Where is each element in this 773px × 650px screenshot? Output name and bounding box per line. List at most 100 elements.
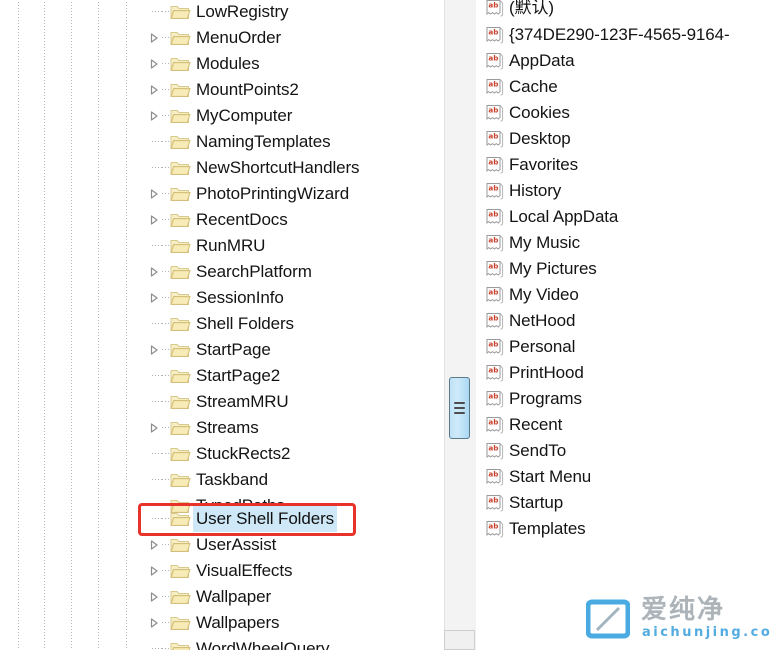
tree-item-namingtemplates[interactable]: NamingTemplates — [0, 129, 443, 155]
tree-item-lowregistry[interactable]: LowRegistry — [0, 0, 443, 25]
string-value-icon: ab — [485, 0, 504, 18]
value-row[interactable]: ab My Pictures — [476, 256, 773, 282]
chevron-right-icon[interactable] — [148, 617, 160, 629]
folder-icon — [170, 3, 191, 21]
chevron-right-icon[interactable] — [148, 32, 160, 44]
tree-item-recentdocs[interactable]: RecentDocs — [0, 207, 443, 233]
tree-item-stuckrects2[interactable]: StuckRects2 — [0, 441, 443, 467]
svg-text:ab: ab — [488, 157, 498, 166]
value-row[interactable]: ab Local AppData — [476, 204, 773, 230]
tree-connector-line — [152, 648, 162, 649]
chevron-right-icon[interactable] — [148, 591, 160, 603]
value-row[interactable]: ab Cache — [476, 74, 773, 100]
chevron-right-icon[interactable] — [148, 539, 160, 551]
scrollbar-grip-line — [454, 407, 465, 409]
tree-item-mycomputer[interactable]: MyComputer — [0, 103, 443, 129]
value-name-label: Programs — [509, 389, 582, 408]
tree-item-label: VisualEffects — [196, 561, 293, 580]
tree-item-runmru[interactable]: RunMRU — [0, 233, 443, 259]
tree-item-user-shell-folders[interactable]: User Shell Folders — [0, 506, 443, 532]
value-row[interactable]: ab Cookies — [476, 100, 773, 126]
chevron-right-icon[interactable] — [148, 565, 160, 577]
scrollbar-track[interactable] — [445, 0, 476, 650]
tree-item-label: StartPage — [196, 340, 271, 359]
chevron-right-icon[interactable] — [148, 188, 160, 200]
value-row[interactable]: ab {374DE290-123F-4565-9164- — [476, 22, 773, 48]
tree-item-userassist[interactable]: UserAssist — [0, 532, 443, 558]
tree-item-startpage2[interactable]: StartPage2 — [0, 363, 443, 389]
tree-item-wordwheelquery[interactable]: WordWheelQuery — [0, 636, 443, 650]
string-value-icon: ab — [485, 468, 504, 487]
scrollbar-thumb[interactable] — [449, 377, 470, 439]
tree-item-label: StreamMRU — [196, 392, 289, 411]
value-row[interactable]: ab History — [476, 178, 773, 204]
chevron-right-icon[interactable] — [148, 214, 160, 226]
horizontal-scrollbar-corner[interactable] — [444, 630, 475, 650]
registry-values-panel[interactable]: ab (默认) ab {374DE290-123F-4565-9164- ab AppDa… — [476, 0, 773, 650]
value-row[interactable]: ab Personal — [476, 334, 773, 360]
site-watermark: 爱纯净 aichunjing.com — [585, 595, 773, 643]
svg-text:ab: ab — [488, 235, 498, 244]
value-row[interactable]: ab My Music — [476, 230, 773, 256]
value-name-label: Startup — [509, 493, 564, 512]
value-row[interactable]: ab SendTo — [476, 438, 773, 464]
tree-item-searchplatform[interactable]: SearchPlatform — [0, 259, 443, 285]
value-name-label: My Video — [509, 285, 579, 304]
value-row[interactable]: ab Templates — [476, 516, 773, 542]
chevron-right-icon[interactable] — [148, 422, 160, 434]
chevron-right-icon[interactable] — [148, 110, 160, 122]
value-row[interactable]: ab Favorites — [476, 152, 773, 178]
tree-item-menuorder[interactable]: MenuOrder — [0, 25, 443, 51]
string-value-icon: ab — [485, 286, 504, 305]
value-row[interactable]: ab Startup — [476, 490, 773, 516]
tree-item-label: MyComputer — [196, 106, 293, 125]
chevron-right-icon[interactable] — [148, 344, 160, 356]
tree-item-visualeffects[interactable]: VisualEffects — [0, 558, 443, 584]
tree-item-sessioninfo[interactable]: SessionInfo — [0, 285, 443, 311]
tree-item-modules[interactable]: Modules — [0, 51, 443, 77]
tree-item-label: RecentDocs — [196, 210, 288, 229]
svg-text:ab: ab — [488, 339, 498, 348]
chevron-right-icon[interactable] — [148, 84, 160, 96]
tree-item-label: UserAssist — [196, 535, 277, 554]
svg-text:ab: ab — [488, 131, 498, 140]
tree-item-taskband[interactable]: Taskband — [0, 467, 443, 493]
tree-connector-line — [152, 375, 162, 376]
folder-icon — [170, 471, 191, 489]
tree-item-shell-folders[interactable]: Shell Folders — [0, 311, 443, 337]
string-value-icon: ab — [485, 26, 504, 45]
tree-item-startpage[interactable]: StartPage — [0, 337, 443, 363]
value-name-label: Cache — [509, 77, 558, 96]
value-row[interactable]: ab Start Menu — [476, 464, 773, 490]
folder-icon — [170, 341, 191, 359]
folder-icon — [170, 536, 191, 554]
value-row[interactable]: ab My Video — [476, 282, 773, 308]
string-value-icon: ab — [485, 260, 504, 279]
value-row[interactable]: ab NetHood — [476, 308, 773, 334]
folder-icon — [170, 510, 191, 528]
chevron-right-icon[interactable] — [148, 292, 160, 304]
tree-item-mountpoints2[interactable]: MountPoints2 — [0, 77, 443, 103]
value-row[interactable]: ab Recent — [476, 412, 773, 438]
tree-item-wallpaper[interactable]: Wallpaper — [0, 584, 443, 610]
registry-key-tree-panel[interactable]: LowRegistry MenuOrder Modules MountPoints2 M… — [0, 0, 443, 650]
value-row[interactable]: ab Desktop — [476, 126, 773, 152]
folder-icon — [170, 55, 191, 73]
value-name-label: Cookies — [509, 103, 570, 122]
value-row[interactable]: ab PrintHood — [476, 360, 773, 386]
tree-item-newshortcuthandlers[interactable]: NewShortcutHandlers — [0, 155, 443, 181]
value-row[interactable]: ab AppData — [476, 48, 773, 74]
value-row[interactable]: ab (默认) — [476, 0, 773, 21]
tree-vertical-scrollbar[interactable] — [444, 0, 477, 650]
value-row[interactable]: ab Programs — [476, 386, 773, 412]
folder-icon — [170, 419, 191, 437]
chevron-right-icon[interactable] — [148, 58, 160, 70]
tree-item-streammru[interactable]: StreamMRU — [0, 389, 443, 415]
tree-item-streams[interactable]: Streams — [0, 415, 443, 441]
tree-item-wallpapers[interactable]: Wallpapers — [0, 610, 443, 636]
folder-icon — [170, 640, 191, 650]
string-value-icon: ab — [485, 130, 504, 149]
string-value-icon: ab — [485, 442, 504, 461]
tree-item-photoprintingwizard[interactable]: PhotoPrintingWizard — [0, 181, 443, 207]
chevron-right-icon[interactable] — [148, 266, 160, 278]
